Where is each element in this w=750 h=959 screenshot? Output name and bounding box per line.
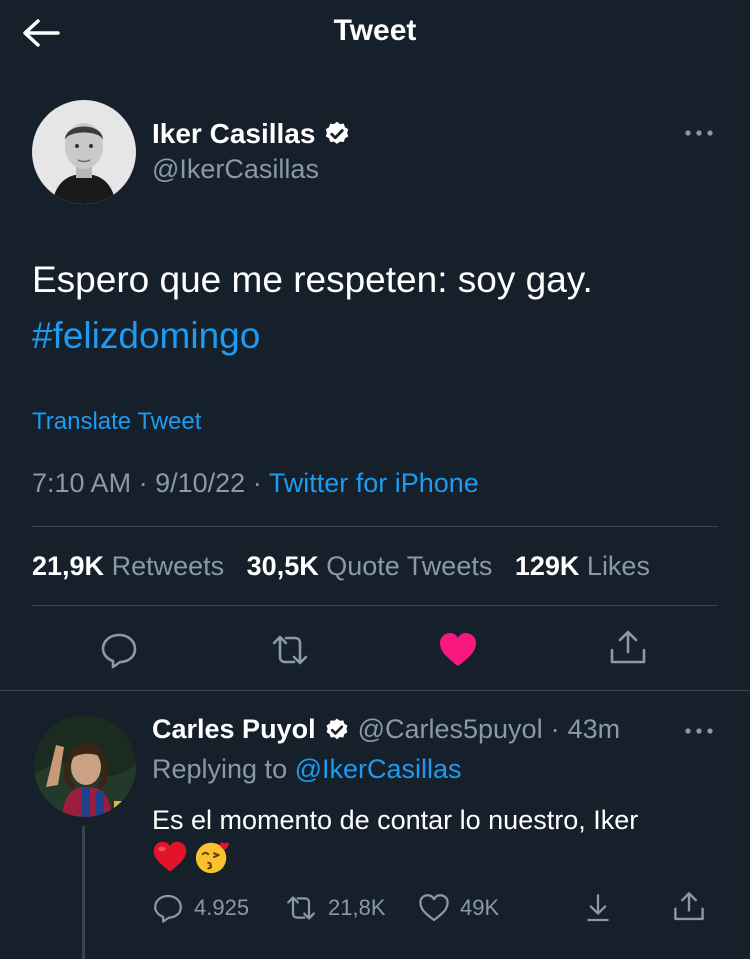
download-icon[interactable] xyxy=(582,892,614,924)
author-name-label[interactable]: Iker Casillas xyxy=(152,118,315,150)
reply-emojis xyxy=(152,838,232,876)
reply-count: 4.925 xyxy=(194,895,250,920)
replying-to-mention[interactable]: @IkerCasillas xyxy=(295,754,462,784)
reply-separator: · xyxy=(550,714,560,744)
divider xyxy=(32,526,718,527)
divider xyxy=(32,605,718,606)
reply-action-replies[interactable]: 4.925 xyxy=(152,892,249,924)
reply-age[interactable]: 43m xyxy=(568,714,621,745)
reply-header: Carles Puyol @Carles5puyol · 43m xyxy=(152,714,620,745)
reply-icon[interactable] xyxy=(152,892,184,924)
share-icon[interactable] xyxy=(608,628,648,668)
quote-tweets-stat[interactable]: 30,5K Quote Tweets xyxy=(247,551,493,581)
divider xyxy=(0,690,750,691)
reply-action-likes[interactable]: 49K xyxy=(418,892,499,924)
reply-author-handle[interactable]: @Carles5puyol xyxy=(358,714,543,745)
tweet-stats: 21,9K Retweets 30,5K Quote Tweets 129K L… xyxy=(32,551,650,582)
meta-separator: · xyxy=(138,468,148,498)
hashtag-link[interactable]: #felizdomingo xyxy=(32,308,722,364)
author-name[interactable]: Iker Casillas xyxy=(152,118,351,150)
tweet-date[interactable]: 9/10/22 xyxy=(155,468,245,498)
reply-avatar[interactable] xyxy=(34,715,136,817)
author-handle[interactable]: @IkerCasillas xyxy=(152,154,319,185)
tweet-source-link[interactable]: Twitter for iPhone xyxy=(269,468,479,498)
meta-separator: · xyxy=(252,468,262,498)
tweet-text-line: Espero que me respeten: soy gay. xyxy=(32,259,593,300)
replying-to: Replying to @IkerCasillas xyxy=(152,754,462,785)
reply-author-name[interactable]: Carles Puyol xyxy=(152,714,316,745)
page-title: Tweet xyxy=(333,14,417,47)
like-outline-icon[interactable] xyxy=(418,892,450,924)
tweet-text: Espero que me respeten: soy gay. #felizd… xyxy=(32,252,722,364)
more-options-icon[interactable] xyxy=(682,116,716,150)
kissing-face-emoji xyxy=(195,842,229,874)
tweet-time[interactable]: 7:10 AM xyxy=(32,468,131,498)
reply-more-options-icon[interactable] xyxy=(682,714,716,748)
like-count: 49K xyxy=(460,895,500,920)
retweets-stat[interactable]: 21,9K Retweets xyxy=(32,551,224,581)
verified-badge-icon xyxy=(326,121,349,144)
thread-line xyxy=(82,826,85,959)
retweet-count: 21,8K xyxy=(328,895,386,920)
retweet-icon[interactable] xyxy=(284,892,318,924)
likes-stat[interactable]: 129K Likes xyxy=(515,551,650,581)
like-icon[interactable] xyxy=(438,630,478,670)
verified-badge-icon xyxy=(326,718,347,739)
red-heart-emoji xyxy=(153,841,187,872)
replying-prefix: Replying to xyxy=(152,754,288,784)
reply-text: Es el momento de contar lo nuestro, Iker xyxy=(152,805,639,835)
tweet-meta: 7:10 AM · 9/10/22 · Twitter for iPhone xyxy=(32,468,479,499)
reply-action-retweets[interactable]: 21,8K xyxy=(284,892,386,924)
reply-icon[interactable] xyxy=(99,630,139,670)
avatar[interactable] xyxy=(32,100,136,204)
reply-share-icon[interactable] xyxy=(672,890,706,924)
translate-tweet-link[interactable]: Translate Tweet xyxy=(32,408,201,436)
retweet-icon[interactable] xyxy=(270,630,310,670)
